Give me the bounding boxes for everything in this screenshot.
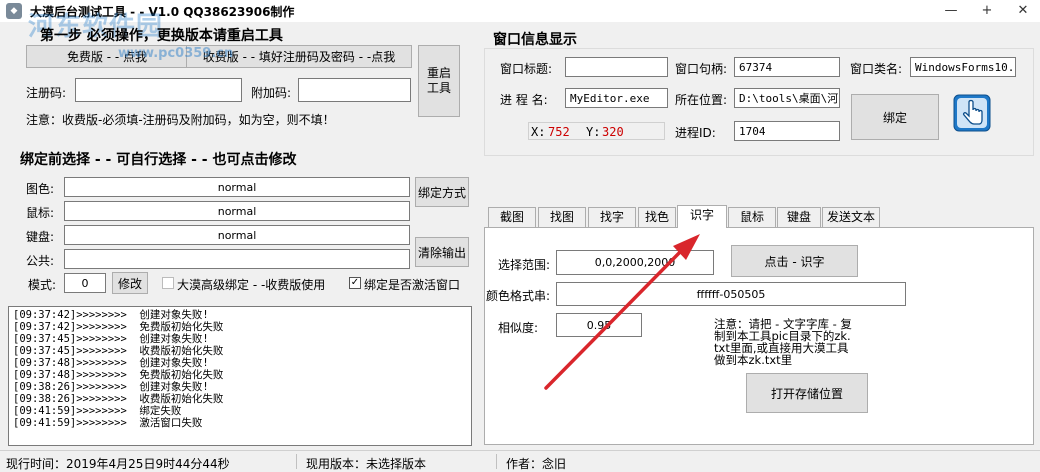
window-handle-input[interactable]: 67374 bbox=[734, 57, 840, 77]
register-code-input[interactable] bbox=[75, 78, 242, 102]
status-bar: 现行时间：2019年4月25日9时44分44秒 现用版本：未选择版本 作者：念旧 bbox=[0, 450, 1040, 472]
range-label: 选择范围: bbox=[498, 258, 551, 272]
graphic-label: 图色: bbox=[26, 182, 55, 196]
mouse-label: 鼠标: bbox=[26, 206, 55, 220]
window-handle-label: 窗口句柄: bbox=[675, 62, 728, 76]
pid-label: 进程ID: bbox=[675, 126, 716, 140]
register-code-label: 注册码: bbox=[26, 86, 67, 100]
bind-mode-button[interactable]: 绑定方式 bbox=[415, 177, 469, 207]
location-label: 所在位置: bbox=[675, 93, 728, 107]
tab-0[interactable]: 截图 bbox=[488, 207, 536, 227]
status-time: 现行时间：2019年4月25日9时44分44秒 bbox=[6, 457, 230, 471]
x-label: X: bbox=[531, 125, 546, 139]
bind-heading: 绑定前选择 - - 可自行选择 - - 也可点击修改 bbox=[20, 152, 297, 168]
public-mode-input[interactable] bbox=[64, 249, 410, 269]
window-title-input[interactable] bbox=[565, 57, 668, 77]
public-label: 公共: bbox=[26, 254, 55, 268]
similarity-input[interactable]: 0.95 bbox=[556, 313, 642, 337]
log-line: [09:38:26]>>>>>>>> 创建对象失败! bbox=[13, 381, 209, 393]
similarity-label: 相似度: bbox=[498, 321, 539, 335]
range-input[interactable]: 0,0,2000,2000 bbox=[556, 250, 714, 275]
extra-code-label: 附加码: bbox=[251, 86, 292, 100]
activate-window-checkbox[interactable]: ✓ bbox=[349, 277, 361, 289]
status-divider bbox=[296, 454, 297, 469]
keyboard-label: 键盘: bbox=[26, 230, 55, 244]
register-heading: 第一步 必须操作，更换版本请重启工具 bbox=[40, 28, 283, 44]
modify-button[interactable]: 修改 bbox=[112, 272, 148, 294]
activate-window-label: 绑定是否激活窗口 bbox=[364, 278, 461, 292]
maximize-button[interactable]: + bbox=[970, 0, 1004, 22]
app-icon: ◆ bbox=[6, 3, 22, 19]
window-class-label: 窗口类名: bbox=[850, 62, 903, 76]
process-name-label: 进 程 名: bbox=[500, 93, 548, 107]
pid-input[interactable]: 1704 bbox=[734, 121, 840, 141]
location-input[interactable]: D:\tools\桌面\河东 bbox=[734, 88, 840, 108]
log-line: [09:41:59]>>>>>>>> 激活窗口失败 bbox=[13, 417, 203, 429]
tab-1[interactable]: 找图 bbox=[538, 207, 586, 227]
x-value: 752 bbox=[548, 125, 570, 139]
status-author: 作者：念旧 bbox=[506, 457, 567, 471]
extra-code-input[interactable] bbox=[298, 78, 411, 102]
keyboard-mode-input[interactable]: normal bbox=[64, 225, 410, 245]
restart-button[interactable]: 重启工具 bbox=[418, 45, 460, 117]
status-version: 现用版本：未选择版本 bbox=[306, 457, 427, 471]
output-log[interactable]: [09:37:42]>>>>>>>> 创建对象失败! [09:37:42]>>>>… bbox=[8, 306, 472, 446]
log-line: [09:37:42]>>>>>>>> 创建对象失败! bbox=[13, 309, 209, 321]
watermark-url: www.pc0359.cn bbox=[118, 46, 234, 61]
status-divider bbox=[496, 454, 497, 469]
recognize-button[interactable]: 点击 - 识字 bbox=[731, 245, 858, 277]
window-info-heading: 窗口信息显示 bbox=[493, 32, 577, 48]
ocr-note: 注意：请把 - 文字字库 - 复制到本工具pic目录下的zk.txt里面,或直接… bbox=[714, 318, 852, 367]
tab-6[interactable]: 键盘 bbox=[777, 207, 821, 227]
mode-input[interactable]: 0 bbox=[64, 273, 106, 293]
log-line: [09:37:48]>>>>>>>> 创建对象失败! bbox=[13, 357, 209, 369]
advanced-bind-label: 大漠高级绑定 - -收费版使用 bbox=[177, 278, 326, 292]
tab-5[interactable]: 鼠标 bbox=[728, 207, 776, 227]
log-line: [09:37:42]>>>>>>>> 免费版初始化失败 bbox=[13, 321, 224, 333]
log-line: [09:37:48]>>>>>>>> 免费版初始化失败 bbox=[13, 369, 224, 381]
clear-output-button[interactable]: 清除输出 bbox=[415, 237, 469, 267]
open-storage-button[interactable]: 打开存储位置 bbox=[746, 373, 868, 413]
close-button[interactable]: ✕ bbox=[1006, 0, 1040, 22]
mouse-mode-input[interactable]: normal bbox=[64, 201, 410, 221]
log-line: [09:38:26]>>>>>>>> 收费版初始化失败 bbox=[13, 393, 224, 405]
register-note: 注意：收费版-必须填-注册码及附加码，如为空，则不填！ bbox=[26, 113, 335, 127]
tab-4[interactable]: 识字 bbox=[677, 205, 727, 228]
mode-label: 模式: bbox=[28, 278, 57, 292]
window-class-input[interactable]: WindowsForms10.Sy bbox=[910, 57, 1016, 77]
tab-3[interactable]: 找色 bbox=[638, 207, 676, 227]
tab-2[interactable]: 找字 bbox=[588, 207, 636, 227]
y-label: Y: bbox=[586, 125, 601, 139]
log-line: [09:37:45]>>>>>>>> 创建对象失败! bbox=[13, 333, 209, 345]
color-format-input[interactable]: ffffff-050505 bbox=[556, 282, 906, 306]
log-line: [09:37:45]>>>>>>>> 收费版初始化失败 bbox=[13, 345, 224, 357]
color-format-label: 颜色格式串: bbox=[486, 289, 551, 303]
log-line: [09:41:59]>>>>>>>> 绑定失败 bbox=[13, 405, 182, 417]
y-value: 320 bbox=[602, 125, 624, 139]
bind-button[interactable]: 绑定 bbox=[851, 94, 939, 140]
minimize-button[interactable]: — bbox=[934, 0, 968, 22]
process-name-input[interactable]: MyEditor.exe bbox=[565, 88, 668, 108]
hand-pointer-icon[interactable] bbox=[953, 94, 991, 132]
graphic-mode-input[interactable]: normal bbox=[64, 177, 410, 197]
window-title-label: 窗口标题: bbox=[500, 62, 553, 76]
advanced-bind-checkbox[interactable] bbox=[162, 277, 174, 289]
tab-7[interactable]: 发送文本 bbox=[822, 207, 880, 227]
